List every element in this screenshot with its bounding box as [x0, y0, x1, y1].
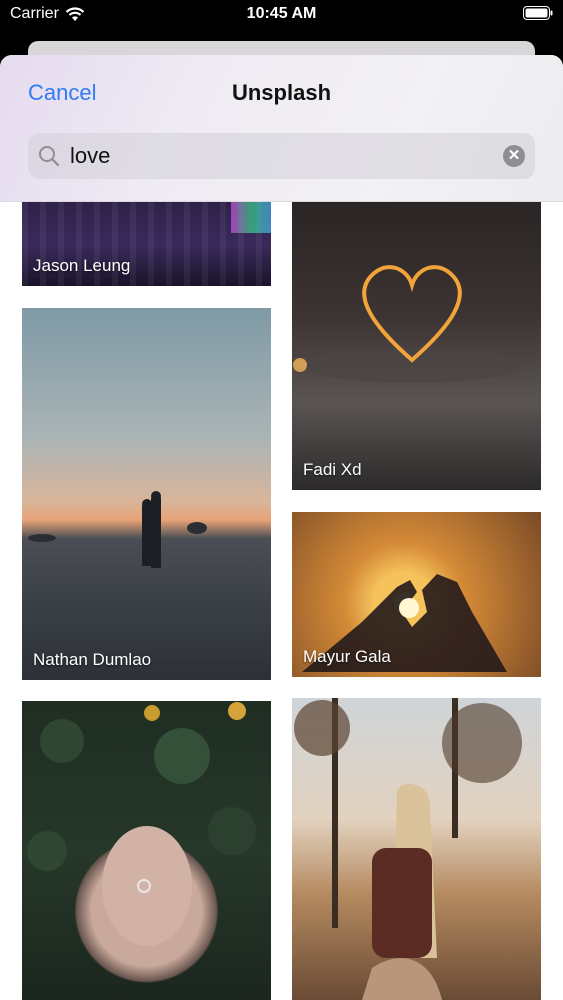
- cancel-button[interactable]: Cancel: [28, 80, 96, 106]
- battery-icon: [523, 6, 553, 20]
- photo-card[interactable]: Mayur Gala: [292, 512, 541, 677]
- photo-credit: Mayur Gala: [303, 647, 391, 666]
- photo-card[interactable]: Fadi Xd: [292, 200, 541, 490]
- clear-search-icon[interactable]: ✕: [503, 145, 525, 167]
- photo-card[interactable]: [292, 698, 541, 1000]
- unsplash-sheet: Cancel Unsplash love ✕ Jason Leung Fadi …: [0, 55, 563, 1000]
- search-icon: [39, 146, 60, 167]
- search-input[interactable]: love: [70, 143, 110, 169]
- photo-image: [27, 702, 256, 946]
- photo-credit: Jason Leung: [33, 256, 131, 275]
- photo-image: [28, 491, 207, 568]
- photo-card[interactable]: [22, 701, 271, 1000]
- photo-card[interactable]: Jason Leung: [22, 193, 271, 286]
- status-bar: Carrier 10:45 AM: [0, 0, 563, 32]
- photo-image: [294, 700, 522, 1000]
- sheet-header: Cancel Unsplash love ✕: [0, 55, 563, 202]
- search-field[interactable]: love ✕: [28, 133, 535, 179]
- status-time: 10:45 AM: [246, 5, 317, 22]
- photo-image: [293, 265, 522, 383]
- photo-credit: Nathan Dumlao: [33, 650, 152, 669]
- photo-credit: Fadi Xd: [303, 460, 362, 479]
- photo-card[interactable]: Nathan Dumlao: [22, 308, 271, 680]
